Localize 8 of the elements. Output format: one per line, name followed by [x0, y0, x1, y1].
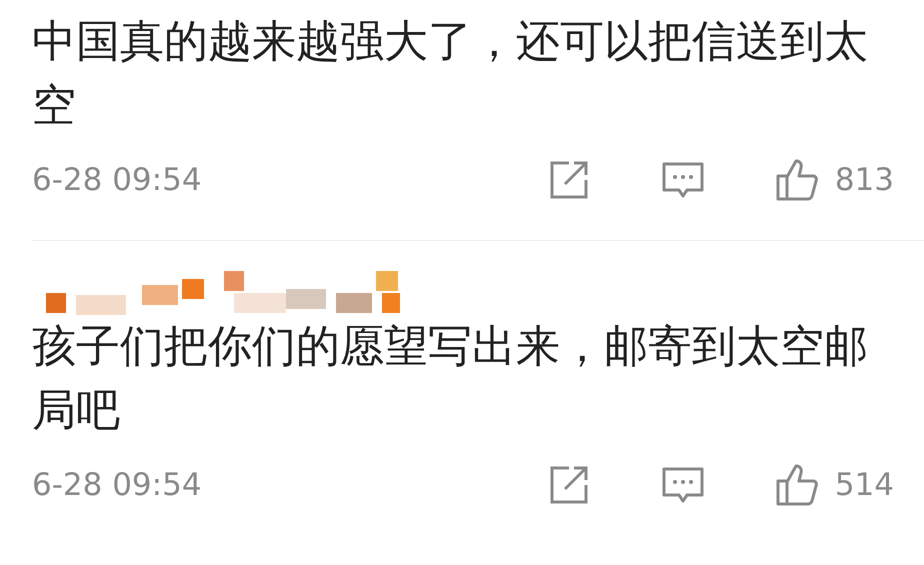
like-count: 514 [834, 466, 894, 505]
timestamp: 6-28 09:54 [32, 160, 202, 200]
comment-text: 中国真的越来越强大了，还可以把信送到太空 [32, 15, 869, 133]
thumbs-up-icon[interactable] [774, 158, 819, 202]
timestamp: 6-28 09:54 [32, 466, 202, 505]
comment-text: 孩子们把你们的愿望写出来，邮寄到太空邮局吧 [32, 320, 869, 438]
thumbs-up-icon[interactable] [774, 463, 819, 507]
like-count: 813 [834, 160, 894, 200]
